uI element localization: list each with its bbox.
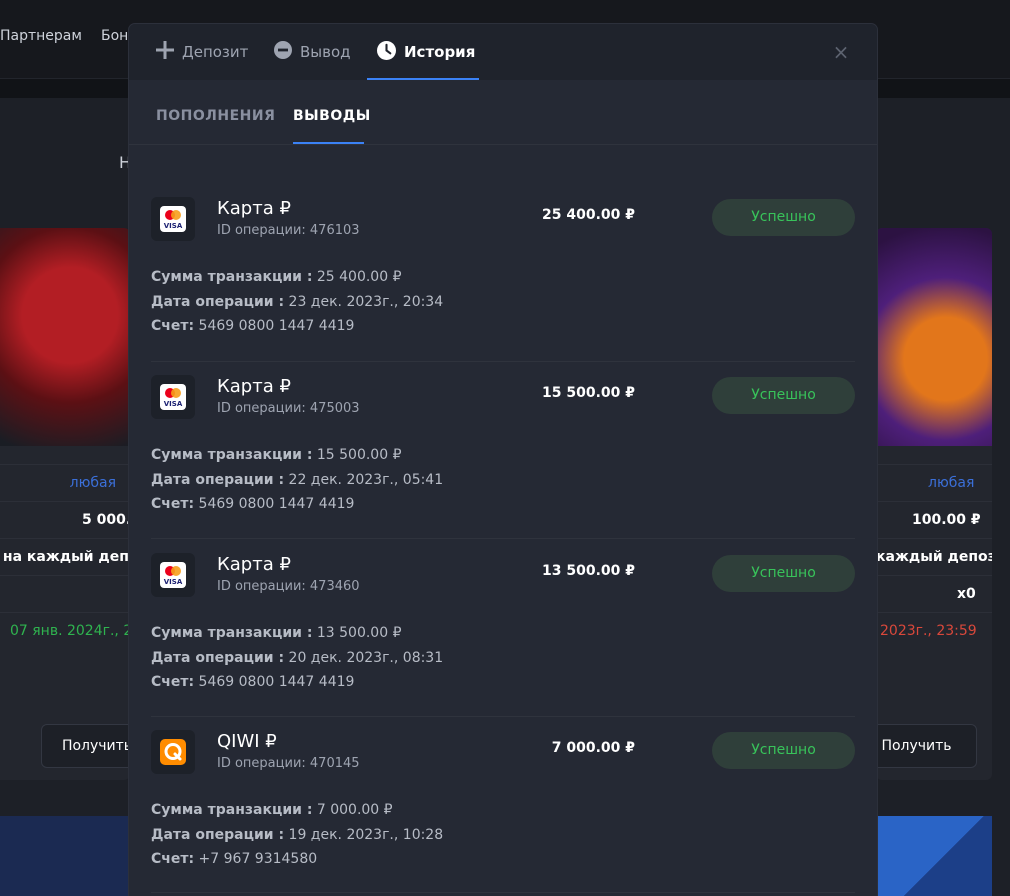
tab-label: Вывод: [300, 43, 351, 61]
detail-label: Счет:: [151, 318, 195, 334]
svg-text:VISA: VISA: [164, 400, 183, 408]
detail-label: Сумма транзакции :: [151, 269, 313, 285]
promo-image-bottom-right: [876, 816, 992, 896]
detail-label: Дата операции :: [151, 827, 285, 843]
subtab-deposits[interactable]: ПОПОЛНЕНИЯ: [156, 108, 275, 124]
detail-sum: Сумма транзакции : 25 400.00 ₽: [151, 269, 401, 285]
detail-sum: Сумма транзакции : 7 000.00 ₽: [151, 802, 393, 818]
detail-account: Счет: +7 967 9314580: [151, 851, 317, 867]
detail-value: 20 дек. 2023г., 08:31: [288, 650, 444, 666]
operation-id: ID операции: 470145: [217, 756, 360, 771]
modal-tabs: Депозит Вывод История ×: [129, 24, 877, 80]
history-subtabs: ПОПОЛНЕНИЯ ВЫВОДЫ: [129, 80, 877, 145]
detail-value: 15 500.00 ₽: [316, 447, 402, 463]
transaction-amount: 25 400.00 ₽: [542, 207, 635, 223]
tab-history[interactable]: История: [377, 24, 475, 80]
bonus-description: каждый депозит: [876, 549, 992, 565]
bonus-card-right: любая 100.00 ₽ каждый депозит x0 2023г.,…: [876, 228, 992, 780]
svg-text:VISA: VISA: [164, 578, 183, 586]
detail-label: Дата операции :: [151, 294, 285, 310]
payment-method: Карта ₽: [217, 198, 291, 219]
transaction-item: VISA Карта ₽ ID операции: 475003 15 500.…: [151, 375, 855, 525]
nav-partners[interactable]: Партнерам: [0, 28, 82, 44]
plus-icon: [156, 41, 174, 63]
status-badge[interactable]: Успешно: [712, 555, 855, 592]
divider: [151, 716, 855, 717]
qiwi-icon: [151, 730, 195, 774]
operation-id: ID операции: 476103: [217, 223, 360, 238]
tab-withdraw[interactable]: Вывод: [274, 24, 351, 80]
detail-account: Счет: 5469 0800 1447 4419: [151, 496, 354, 512]
mastercard-visa-icon: VISA: [151, 197, 195, 241]
bonus-amount: 5 000.00 ₽: [82, 512, 130, 528]
divider: [151, 892, 855, 893]
detail-date: Дата операции : 19 дек. 2023г., 10:28: [151, 827, 443, 843]
status-badge[interactable]: Успешно: [712, 199, 855, 236]
bonus-multiplier: x0: [957, 586, 976, 602]
bonus-type: любая: [69, 475, 116, 491]
mastercard-visa-icon: VISA: [151, 553, 195, 597]
mastercard-visa-icon: VISA: [151, 375, 195, 419]
transaction-item: VISA Карта ₽ ID операции: 476103 25 400.…: [151, 197, 855, 347]
detail-label: Счет:: [151, 674, 195, 690]
close-icon[interactable]: ×: [829, 40, 853, 64]
detail-label: Счет:: [151, 851, 195, 867]
detail-account: Счет: 5469 0800 1447 4419: [151, 674, 354, 690]
payment-method: Карта ₽: [217, 376, 291, 397]
detail-date: Дата операции : 22 дек. 2023г., 05:41: [151, 472, 443, 488]
clock-icon: [377, 40, 396, 64]
detail-value: 13 500.00 ₽: [316, 625, 402, 641]
transaction-item: QIWI ₽ ID операции: 470145 7 000.00 ₽ Ус…: [151, 730, 855, 880]
subtab-withdrawals[interactable]: ВЫВОДЫ: [293, 108, 371, 124]
detail-value: +7 967 9314580: [198, 851, 318, 867]
bonus-expiry-date: 07 янв. 2024г., 23:59: [10, 623, 130, 639]
detail-value: 5469 0800 1447 4419: [198, 318, 355, 334]
active-subtab-indicator: [293, 142, 364, 144]
payment-method: QIWI ₽: [217, 731, 277, 752]
detail-label: Дата операции :: [151, 650, 285, 666]
bonus-card-left: любая 5 000.00 ₽ % на каждый депозит 07 …: [0, 228, 130, 780]
status-badge[interactable]: Успешно: [712, 732, 855, 769]
detail-sum: Сумма транзакции : 15 500.00 ₽: [151, 447, 401, 463]
status-badge[interactable]: Успешно: [712, 377, 855, 414]
detail-value: 23 дек. 2023г., 20:34: [288, 294, 444, 310]
payment-method: Карта ₽: [217, 554, 291, 575]
transaction-amount: 15 500.00 ₽: [542, 385, 635, 401]
detail-label: Дата операции :: [151, 472, 285, 488]
bonus-expiry-date: 2023г., 23:59: [880, 623, 977, 639]
transaction-amount: 7 000.00 ₽: [551, 740, 635, 756]
detail-value: 5469 0800 1447 4419: [198, 674, 355, 690]
promo-image-bottom-left: [0, 816, 130, 896]
detail-label: Счет:: [151, 496, 195, 512]
minus-circle-icon: [274, 41, 292, 63]
detail-label: Сумма транзакции :: [151, 447, 313, 463]
tab-label: История: [404, 43, 476, 61]
operation-id: ID операции: 473460: [217, 579, 360, 594]
detail-date: Дата операции : 20 дек. 2023г., 08:31: [151, 650, 443, 666]
detail-account: Счет: 5469 0800 1447 4419: [151, 318, 354, 334]
bonus-description: % на каждый депозит: [0, 549, 130, 565]
dragon-image: [0, 228, 130, 446]
detail-value: 25 400.00 ₽: [316, 269, 402, 285]
tab-deposit[interactable]: Депозит: [156, 24, 248, 80]
detail-value: 19 дек. 2023г., 10:28: [288, 827, 444, 843]
pumpkin-image: [876, 228, 992, 446]
detail-sum: Сумма транзакции : 13 500.00 ₽: [151, 625, 401, 641]
detail-value: 7 000.00 ₽: [316, 802, 393, 818]
transaction-item: VISA Карта ₽ ID операции: 473460 13 500.…: [151, 553, 855, 703]
operation-id: ID операции: 475003: [217, 401, 360, 416]
detail-value: 5469 0800 1447 4419: [198, 496, 355, 512]
divider: [151, 361, 855, 362]
detail-value: 22 дек. 2023г., 05:41: [288, 472, 444, 488]
bonus-type: любая: [928, 475, 975, 491]
bonus-amount: 100.00 ₽: [912, 512, 981, 528]
svg-text:VISA: VISA: [164, 222, 183, 230]
detail-label: Сумма транзакции :: [151, 802, 313, 818]
cashier-modal: Депозит Вывод История × ПОПОЛНЕНИЯ ВЫВОД…: [129, 24, 877, 896]
transaction-amount: 13 500.00 ₽: [542, 563, 635, 579]
detail-label: Сумма транзакции :: [151, 625, 313, 641]
tab-label: Депозит: [182, 43, 249, 61]
detail-date: Дата операции : 23 дек. 2023г., 20:34: [151, 294, 443, 310]
divider: [151, 538, 855, 539]
